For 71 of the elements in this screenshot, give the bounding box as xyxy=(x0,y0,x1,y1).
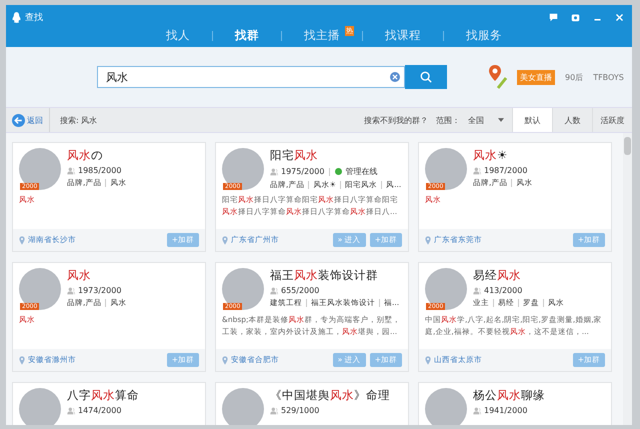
members-icon xyxy=(67,406,75,414)
close-icon[interactable] xyxy=(615,12,624,22)
location-pin-icon xyxy=(19,236,25,244)
online-icon xyxy=(335,168,342,175)
tab[interactable]: 找服务 xyxy=(444,24,524,47)
penguin-icon xyxy=(12,12,21,22)
search-icon xyxy=(420,71,432,83)
back-button[interactable]: 返回 xyxy=(6,108,50,132)
map-pin-icon[interactable] xyxy=(487,64,507,90)
group-avatar xyxy=(425,268,467,310)
scrollbar-thumb[interactable] xyxy=(624,137,631,155)
group-name[interactable]: 风水☀ xyxy=(473,148,532,163)
group-avatar xyxy=(19,388,61,425)
group-name[interactable]: 风水 xyxy=(67,268,126,283)
members-icon xyxy=(270,168,278,176)
scope-dropdown[interactable]: 全国 xyxy=(468,114,512,126)
clear-icon[interactable] xyxy=(390,72,400,82)
member-count: 1973/2000 xyxy=(78,286,122,295)
search-field[interactable]: 风水 xyxy=(97,66,405,88)
group-name[interactable]: 福王风水装饰设计群 xyxy=(270,268,400,283)
members-icon xyxy=(473,406,481,414)
group-avatar xyxy=(222,148,264,190)
caret-icon xyxy=(498,118,504,122)
tab[interactable]: 找人 xyxy=(144,24,212,47)
online-status: 管理在线 xyxy=(345,166,378,177)
members-icon xyxy=(270,286,278,294)
tab[interactable]: 找课程 xyxy=(363,24,443,47)
member-count: 1985/2000 xyxy=(78,166,122,175)
search-button[interactable] xyxy=(405,65,447,89)
location-pin-icon xyxy=(222,236,228,244)
group-name[interactable]: 阳宅风水 xyxy=(270,148,402,163)
search-query-text: 搜索: 风水 xyxy=(60,114,98,126)
group-avatar xyxy=(19,268,61,310)
location-pin-icon xyxy=(425,356,431,364)
members-icon xyxy=(473,286,481,294)
chat-icon[interactable] xyxy=(549,12,558,22)
members-icon xyxy=(270,406,278,414)
scope-label: 范围： xyxy=(436,114,460,126)
member-count: 1975/2000 xyxy=(281,167,324,176)
member-count: 413/2000 xyxy=(484,286,522,295)
member-count: 529/1000 xyxy=(281,406,320,415)
group-card[interactable]: 杨公风水聊缘 1941/2000 xyxy=(418,382,612,425)
member-count: 1987/2000 xyxy=(484,166,528,175)
group-avatar xyxy=(222,268,264,310)
group-avatar xyxy=(425,388,467,425)
window-title: 查找 xyxy=(25,12,43,24)
group-avatar xyxy=(19,148,61,190)
member-count: 1474/2000 xyxy=(78,406,122,415)
group-name[interactable]: 杨公风水聊缘 xyxy=(473,388,545,403)
group-card[interactable]: 《中国堪舆风水》命理 529/1000 xyxy=(215,382,409,425)
group-name[interactable]: 八字风水算命 xyxy=(67,388,139,403)
group-name[interactable]: 《中国堪舆风水》命理 xyxy=(270,388,390,403)
hot-keyword-link[interactable]: TFBOYS xyxy=(593,72,624,82)
group-avatar xyxy=(425,148,467,190)
group-name[interactable]: 易经风水 xyxy=(473,268,564,283)
back-arrow-icon xyxy=(12,114,25,126)
location-pin-icon xyxy=(425,236,431,244)
group-avatar xyxy=(222,388,264,425)
member-count: 1941/2000 xyxy=(484,406,528,415)
scrollbar[interactable] xyxy=(623,133,632,425)
group-card[interactable]: 八字风水算命 1474/2000 xyxy=(12,382,206,425)
group-name[interactable]: 风水の xyxy=(67,148,126,163)
hot-keyword-link[interactable]: 90后 xyxy=(565,72,584,82)
location-pin-icon xyxy=(19,356,25,364)
sort-tab[interactable]: 默认 xyxy=(512,108,552,132)
members-icon xyxy=(67,166,75,174)
member-count: 655/2000 xyxy=(281,286,320,295)
location-pin-icon xyxy=(222,356,228,364)
help-link[interactable]: 搜索不到我的群？ xyxy=(364,114,428,126)
members-icon xyxy=(473,166,481,174)
members-icon xyxy=(67,286,75,294)
